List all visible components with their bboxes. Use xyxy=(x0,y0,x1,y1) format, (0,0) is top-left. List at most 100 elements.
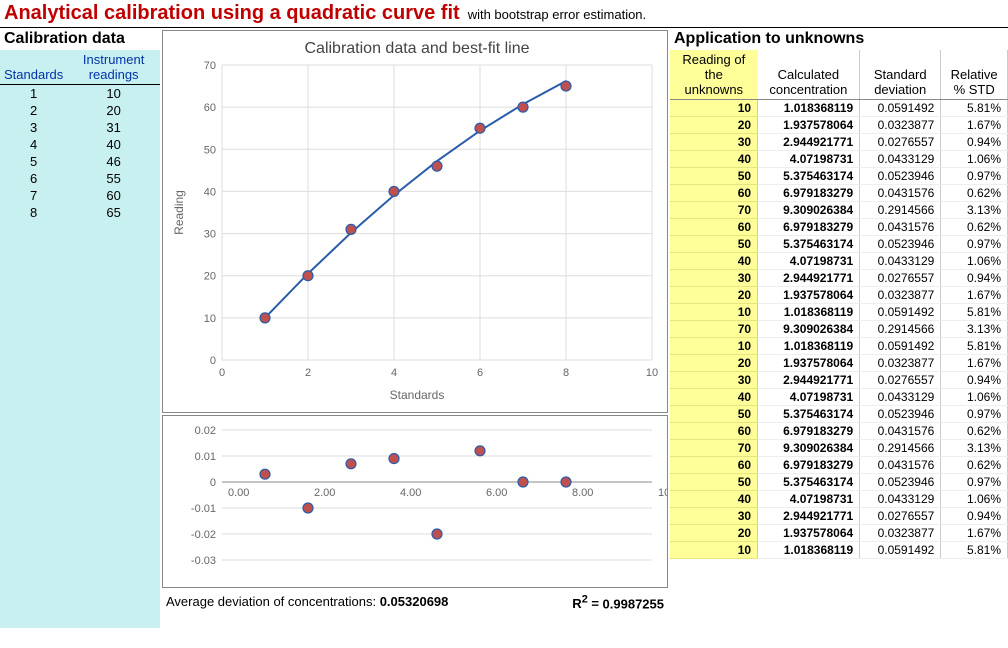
cell-unk-sd[interactable]: 0.2914566 xyxy=(860,202,941,219)
cell-unk-conc[interactable]: 2.944921771 xyxy=(758,372,860,389)
cell-unk-conc[interactable]: 5.375463174 xyxy=(758,168,860,185)
cell-unk-sd[interactable]: 0.0591492 xyxy=(860,542,941,559)
cell-unk-conc[interactable]: 5.375463174 xyxy=(758,236,860,253)
cell-unk-pstd[interactable]: 3.13% xyxy=(941,321,1008,338)
cell-reading[interactable]: 60 xyxy=(67,187,160,204)
cell-unk-sd[interactable]: 0.0591492 xyxy=(860,304,941,321)
cell-unk-reading[interactable]: 20 xyxy=(670,117,758,134)
cell-unk-sd[interactable]: 0.0276557 xyxy=(860,270,941,287)
cell-unk-sd[interactable]: 0.0276557 xyxy=(860,508,941,525)
cell-unk-conc[interactable]: 1.018368119 xyxy=(758,338,860,355)
table-row[interactable]: 404.071987310.04331291.06% xyxy=(670,253,1008,270)
cell-unk-sd[interactable]: 0.0431576 xyxy=(860,185,941,202)
table-row[interactable]: 709.3090263840.29145663.13% xyxy=(670,202,1008,219)
cell-unk-pstd[interactable]: 3.13% xyxy=(941,440,1008,457)
cell-unk-sd[interactable]: 0.0523946 xyxy=(860,406,941,423)
cell-unk-pstd[interactable]: 5.81% xyxy=(941,100,1008,117)
cell-unk-reading[interactable]: 20 xyxy=(670,525,758,542)
cell-unk-pstd[interactable]: 1.06% xyxy=(941,253,1008,270)
cell-unk-sd[interactable]: 0.0523946 xyxy=(860,236,941,253)
cell-unk-reading[interactable]: 10 xyxy=(670,542,758,559)
table-row[interactable]: 201.9375780640.03238771.67% xyxy=(670,287,1008,304)
cell-unk-sd[interactable]: 0.0433129 xyxy=(860,151,941,168)
table-row[interactable]: 505.3754631740.05239460.97% xyxy=(670,168,1008,185)
cell-unk-pstd[interactable]: 5.81% xyxy=(941,542,1008,559)
cell-unk-pstd[interactable]: 1.67% xyxy=(941,117,1008,134)
table-row[interactable]: 404.071987310.04331291.06% xyxy=(670,389,1008,406)
cell-unk-conc[interactable]: 2.944921771 xyxy=(758,270,860,287)
cell-unk-sd[interactable]: 0.0276557 xyxy=(860,134,941,151)
table-row[interactable]: 709.3090263840.29145663.13% xyxy=(670,321,1008,338)
table-row[interactable]: 220 xyxy=(0,102,160,119)
cell-unk-conc[interactable]: 6.979183279 xyxy=(758,423,860,440)
table-row[interactable]: 201.9375780640.03238771.67% xyxy=(670,117,1008,134)
cell-unk-pstd[interactable]: 0.94% xyxy=(941,134,1008,151)
cell-unk-conc[interactable]: 6.979183279 xyxy=(758,219,860,236)
cell-unk-reading[interactable]: 60 xyxy=(670,219,758,236)
cell-unk-conc[interactable]: 1.018368119 xyxy=(758,100,860,117)
cell-unk-reading[interactable]: 50 xyxy=(670,406,758,423)
cell-reading[interactable]: 20 xyxy=(67,102,160,119)
table-row[interactable]: 546 xyxy=(0,153,160,170)
cell-unk-pstd[interactable]: 0.94% xyxy=(941,508,1008,525)
cell-unk-conc[interactable]: 9.309026384 xyxy=(758,321,860,338)
cell-unk-sd[interactable]: 0.0323877 xyxy=(860,355,941,372)
table-row[interactable]: 201.9375780640.03238771.67% xyxy=(670,525,1008,542)
cell-unk-pstd[interactable]: 0.97% xyxy=(941,236,1008,253)
table-row[interactable]: 760 xyxy=(0,187,160,204)
cell-unk-reading[interactable]: 30 xyxy=(670,134,758,151)
cell-unk-sd[interactable]: 0.0433129 xyxy=(860,389,941,406)
cell-unk-sd[interactable]: 0.0276557 xyxy=(860,372,941,389)
table-row[interactable]: 505.3754631740.05239460.97% xyxy=(670,406,1008,423)
cell-unk-reading[interactable]: 50 xyxy=(670,236,758,253)
table-row[interactable]: 201.9375780640.03238771.67% xyxy=(670,355,1008,372)
cell-unk-conc[interactable]: 1.018368119 xyxy=(758,542,860,559)
table-row[interactable]: 101.0183681190.05914925.81% xyxy=(670,338,1008,355)
cell-unk-pstd[interactable]: 1.67% xyxy=(941,355,1008,372)
table-row[interactable]: 302.9449217710.02765570.94% xyxy=(670,372,1008,389)
cell-reading[interactable]: 46 xyxy=(67,153,160,170)
cell-standard[interactable]: 8 xyxy=(0,204,67,221)
cell-unk-conc[interactable]: 4.07198731 xyxy=(758,491,860,508)
cell-unk-pstd[interactable]: 0.94% xyxy=(941,372,1008,389)
cell-reading[interactable]: 10 xyxy=(67,85,160,103)
cell-unk-pstd[interactable]: 0.62% xyxy=(941,423,1008,440)
table-row[interactable]: 865 xyxy=(0,204,160,221)
table-row[interactable]: 606.9791832790.04315760.62% xyxy=(670,457,1008,474)
cell-unk-reading[interactable]: 40 xyxy=(670,389,758,406)
cell-unk-conc[interactable]: 4.07198731 xyxy=(758,389,860,406)
cell-unk-reading[interactable]: 70 xyxy=(670,321,758,338)
cell-unk-pstd[interactable]: 0.97% xyxy=(941,168,1008,185)
cell-standard[interactable]: 6 xyxy=(0,170,67,187)
cell-unk-pstd[interactable]: 0.62% xyxy=(941,185,1008,202)
cell-unk-reading[interactable]: 20 xyxy=(670,355,758,372)
cell-unk-reading[interactable]: 20 xyxy=(670,287,758,304)
table-row[interactable]: 655 xyxy=(0,170,160,187)
cell-unk-pstd[interactable]: 1.67% xyxy=(941,287,1008,304)
cell-unk-reading[interactable]: 40 xyxy=(670,253,758,270)
cell-reading[interactable]: 55 xyxy=(67,170,160,187)
cell-unk-reading[interactable]: 70 xyxy=(670,440,758,457)
table-row[interactable]: 505.3754631740.05239460.97% xyxy=(670,474,1008,491)
cell-reading[interactable]: 40 xyxy=(67,136,160,153)
cell-unk-reading[interactable]: 40 xyxy=(670,151,758,168)
cell-unk-reading[interactable]: 60 xyxy=(670,185,758,202)
cell-unk-sd[interactable]: 0.0523946 xyxy=(860,474,941,491)
table-row[interactable]: 110 xyxy=(0,85,160,103)
cell-unk-reading[interactable]: 60 xyxy=(670,423,758,440)
table-row[interactable]: 505.3754631740.05239460.97% xyxy=(670,236,1008,253)
cell-unk-pstd[interactable]: 0.97% xyxy=(941,474,1008,491)
cell-unk-sd[interactable]: 0.2914566 xyxy=(860,440,941,457)
table-row[interactable]: 404.071987310.04331291.06% xyxy=(670,491,1008,508)
cell-unk-reading[interactable]: 30 xyxy=(670,508,758,525)
cell-standard[interactable]: 4 xyxy=(0,136,67,153)
cell-unk-pstd[interactable]: 1.67% xyxy=(941,525,1008,542)
cell-reading[interactable]: 65 xyxy=(67,204,160,221)
cell-unk-conc[interactable]: 1.937578064 xyxy=(758,287,860,304)
cell-unk-reading[interactable]: 10 xyxy=(670,100,758,117)
table-row[interactable]: 302.9449217710.02765570.94% xyxy=(670,270,1008,287)
cell-unk-conc[interactable]: 2.944921771 xyxy=(758,508,860,525)
cell-unk-pstd[interactable]: 0.97% xyxy=(941,406,1008,423)
table-row[interactable]: 404.071987310.04331291.06% xyxy=(670,151,1008,168)
cell-standard[interactable]: 5 xyxy=(0,153,67,170)
